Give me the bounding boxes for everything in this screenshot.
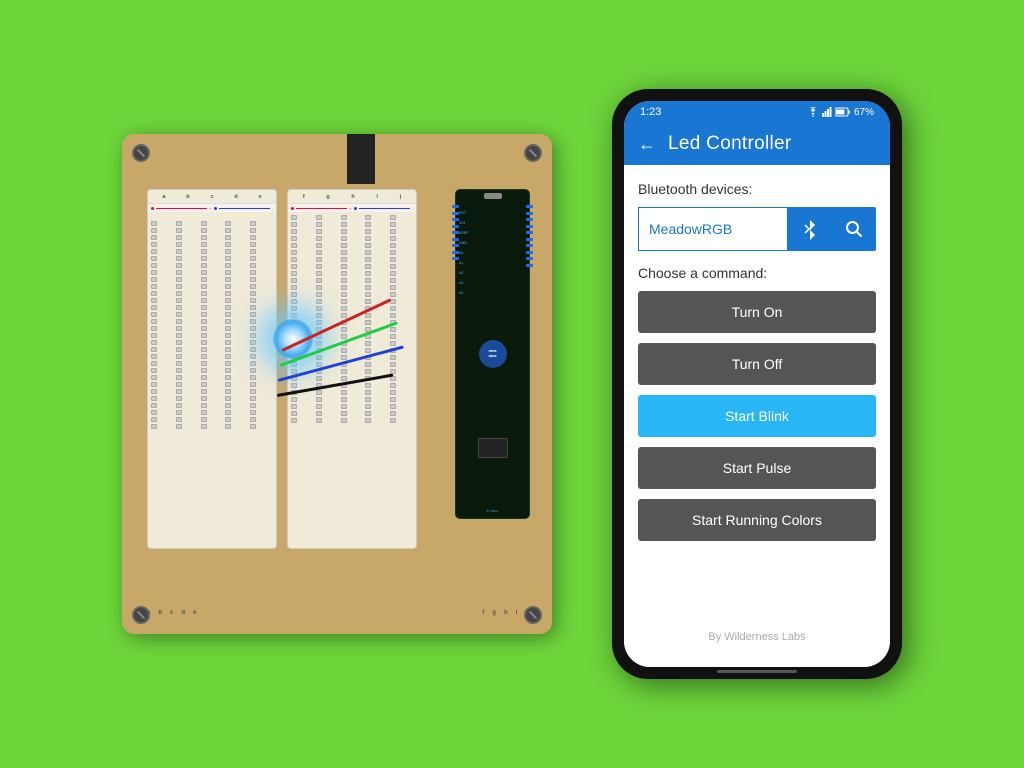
bluetooth-icon: [802, 218, 818, 240]
status-bar: 1:23: [624, 101, 890, 123]
battery-percent: 67%: [854, 107, 874, 118]
app-title: Led Controller: [668, 133, 792, 155]
phone-screen: 1:23: [624, 101, 890, 667]
breadboard-right: f g h i j + -: [287, 189, 417, 549]
status-icons: 67%: [807, 107, 874, 118]
turn-on-button[interactable]: Turn On: [638, 291, 876, 333]
device-row: MeadowRGB: [638, 207, 876, 251]
signal-icon: [822, 107, 832, 117]
breadboard-bottom-labels: abcde fghij: [147, 610, 527, 616]
mcu-board: RST3V3AREFGND A0A1A2A3A4 meadow: [455, 189, 530, 519]
start-blink-button[interactable]: Start Blink: [638, 395, 876, 437]
app-content: Bluetooth devices: MeadowRGB: [624, 165, 890, 667]
device-name-display: MeadowRGB: [638, 207, 788, 251]
back-button[interactable]: ←: [638, 134, 656, 155]
turn-off-button[interactable]: Turn Off: [638, 343, 876, 385]
main-container: a b c d e + - // Will be generated by JS: [0, 0, 1024, 768]
screw-top-left: [132, 144, 150, 162]
phone-container: 1:23: [612, 89, 902, 679]
hardware-photo: a b c d e + - // Will be generated by JS: [122, 134, 552, 634]
command-label: Choose a command:: [638, 265, 876, 281]
wifi-icon: [807, 107, 819, 117]
bluetooth-button[interactable]: [788, 207, 832, 251]
status-time: 1:23: [640, 106, 661, 118]
app-bar: ← Led Controller: [624, 123, 890, 165]
search-icon: [845, 220, 863, 238]
home-indicator: [717, 670, 797, 673]
footer-text: By Wilderness Labs: [638, 631, 876, 651]
bluetooth-label: Bluetooth devices:: [638, 181, 876, 197]
battery-icon: [835, 107, 851, 117]
start-running-colors-button[interactable]: Start Running Colors: [638, 499, 876, 541]
screw-top-right: [524, 144, 542, 162]
breadboard-left: a b c d e + - // Will be generated by JS: [147, 189, 277, 549]
search-button[interactable]: [832, 207, 876, 251]
usb-cable: [347, 134, 375, 184]
start-pulse-button[interactable]: Start Pulse: [638, 447, 876, 489]
phone-mockup: 1:23: [612, 89, 902, 679]
